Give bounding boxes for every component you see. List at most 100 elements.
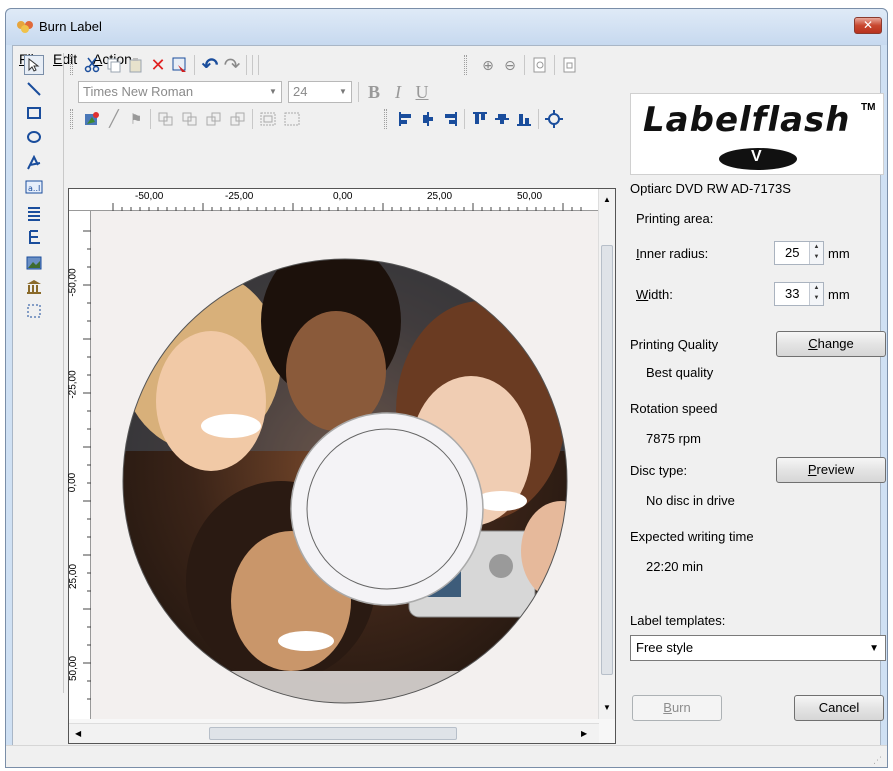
align-right-icon[interactable] <box>440 109 460 129</box>
delete-icon[interactable]: ✕ <box>148 55 168 75</box>
vertical-scroll-thumb[interactable] <box>601 245 613 675</box>
undo-icon[interactable]: ↶ <box>200 55 220 77</box>
horizontal-scroll-thumb[interactable] <box>209 727 457 740</box>
zoom-page-icon[interactable] <box>530 55 550 75</box>
align-left-icon[interactable] <box>396 109 416 129</box>
text-box-tool-icon[interactable]: a..I <box>24 177 44 197</box>
expected-time-value: 22:20 min <box>646 559 704 574</box>
scroll-right-icon[interactable]: ▶ <box>581 729 587 738</box>
disc-label-artwork <box>91 211 599 719</box>
center-on-disc-icon[interactable] <box>544 109 564 129</box>
line-tool-icon[interactable] <box>24 79 44 99</box>
label-templates-select[interactable]: Free style ▼ <box>630 635 886 661</box>
ruler-label: 50,00 <box>68 655 80 682</box>
group-icon[interactable] <box>258 109 278 129</box>
align-middle-icon[interactable] <box>492 109 512 129</box>
vertical-scrollbar[interactable]: ▲ ▼ <box>598 189 615 719</box>
labelflash-logo: Labelflash TM V <box>630 93 884 175</box>
rotation-speed-value: 7875 rpm <box>646 431 701 446</box>
font-size-value: 24 <box>293 84 308 99</box>
send-backward-icon[interactable] <box>204 109 224 129</box>
inner-radius-value: 25 <box>785 245 800 260</box>
inner-radius-unit: mm <box>828 246 850 261</box>
ruler-label: 0,00 <box>67 472 79 493</box>
ruler-label: 25,00 <box>68 563 80 590</box>
send-back-icon[interactable] <box>228 109 248 129</box>
shadow-icon[interactable]: ⚑ <box>126 109 146 129</box>
toolbar-grip <box>384 109 387 129</box>
cut-icon[interactable] <box>82 55 102 75</box>
scroll-up-icon[interactable]: ▲ <box>603 195 611 204</box>
font-name-value: Times New Roman <box>83 84 194 99</box>
toolbar-separator <box>554 55 555 75</box>
width-value: 33 <box>785 286 800 301</box>
vertical-text-tool-icon[interactable] <box>24 227 44 247</box>
chevron-down-icon: ▼ <box>339 87 347 96</box>
toolbar-separator <box>538 109 539 129</box>
burn-button-label: Burn <box>663 700 691 715</box>
scroll-left-icon[interactable]: ◀ <box>75 729 81 738</box>
spin-up-down-icon[interactable]: ▲ ▼ <box>809 283 823 305</box>
title-bar: Burn Label ✕ <box>6 9 887 45</box>
chevron-down-icon: ▼ <box>869 643 879 654</box>
toolbar-separator <box>246 55 247 75</box>
font-size-combo[interactable]: 24 ▼ <box>288 81 352 103</box>
italic-button[interactable]: I <box>388 82 408 102</box>
ruler-horizontal: -50,00 -25,00 0,00 25,00 50,00 <box>69 189 599 211</box>
rectangle-tool-icon[interactable] <box>24 103 44 123</box>
printing-area-label: Printing area: <box>636 211 714 226</box>
toolbar-grip <box>464 55 467 75</box>
background-tool-icon[interactable] <box>24 277 44 297</box>
chevron-down-icon: ▼ <box>269 87 277 96</box>
toolbar-grip <box>70 55 73 75</box>
text-art-tool-icon[interactable] <box>24 153 44 173</box>
rotation-speed-label: Rotation speed <box>630 401 718 416</box>
copy-icon[interactable] <box>104 55 124 75</box>
zoom-out-icon[interactable]: ⊖ <box>500 55 520 75</box>
templates-label: Label templates: <box>630 613 726 628</box>
logo-text: Labelflash <box>643 100 851 140</box>
toolbar-separator <box>358 82 359 102</box>
align-center-icon[interactable] <box>418 109 438 129</box>
zoom-in-icon[interactable]: ⊕ <box>478 55 498 75</box>
ellipse-tool-icon[interactable] <box>24 127 44 147</box>
bring-forward-icon[interactable] <box>180 109 200 129</box>
align-bottom-icon[interactable] <box>514 109 534 129</box>
burn-button[interactable]: Burn <box>632 695 722 721</box>
image-tool-icon[interactable] <box>24 253 44 273</box>
resize-grip-icon[interactable]: ⋰ <box>873 755 883 765</box>
line-color-icon[interactable]: ╱ <box>104 109 124 129</box>
bold-button[interactable]: B <box>364 82 384 102</box>
underline-button[interactable]: U <box>412 82 432 102</box>
ruler-label: 50,00 <box>517 191 543 202</box>
properties-icon[interactable] <box>170 55 190 75</box>
toolbar-separator <box>150 109 151 129</box>
expected-time-label: Expected writing time <box>630 529 754 544</box>
inner-radius-spinner[interactable]: 25 ▲ ▼ <box>774 241 824 265</box>
paste-icon[interactable] <box>126 55 146 75</box>
print-preview-icon[interactable] <box>560 55 580 75</box>
preview-button[interactable]: Preview <box>776 457 886 483</box>
toolbar-separator <box>258 55 259 75</box>
close-button[interactable]: ✕ <box>854 17 882 34</box>
change-button[interactable]: Change <box>776 331 886 357</box>
cancel-button[interactable]: Cancel <box>794 695 884 721</box>
horizontal-scrollbar[interactable]: ◀ ▶ <box>69 723 599 743</box>
width-spinner[interactable]: 33 ▲ ▼ <box>774 282 824 306</box>
fill-color-icon[interactable] <box>82 109 102 129</box>
scroll-down-icon[interactable]: ▼ <box>603 703 611 712</box>
select-pointer-icon[interactable] <box>24 55 44 75</box>
align-top-icon[interactable] <box>470 109 490 129</box>
disc-design-area[interactable] <box>91 211 599 719</box>
paragraph-tool-icon[interactable] <box>24 203 44 223</box>
ruler-label: -25,00 <box>225 191 254 202</box>
ruler-label: -50,00 <box>135 191 164 202</box>
label-canvas[interactable]: -50,00 -25,00 0,00 25,00 50,00 -50,00 -2… <box>67 188 616 744</box>
templates-value: Free style <box>636 640 694 655</box>
ungroup-icon[interactable] <box>282 109 302 129</box>
redo-icon[interactable]: ↷ <box>222 55 242 77</box>
spin-up-down-icon[interactable]: ▲ ▼ <box>809 242 823 264</box>
crop-selection-tool-icon[interactable] <box>24 301 44 321</box>
bring-front-icon[interactable] <box>156 109 176 129</box>
font-name-combo[interactable]: Times New Roman ▼ <box>78 81 282 103</box>
